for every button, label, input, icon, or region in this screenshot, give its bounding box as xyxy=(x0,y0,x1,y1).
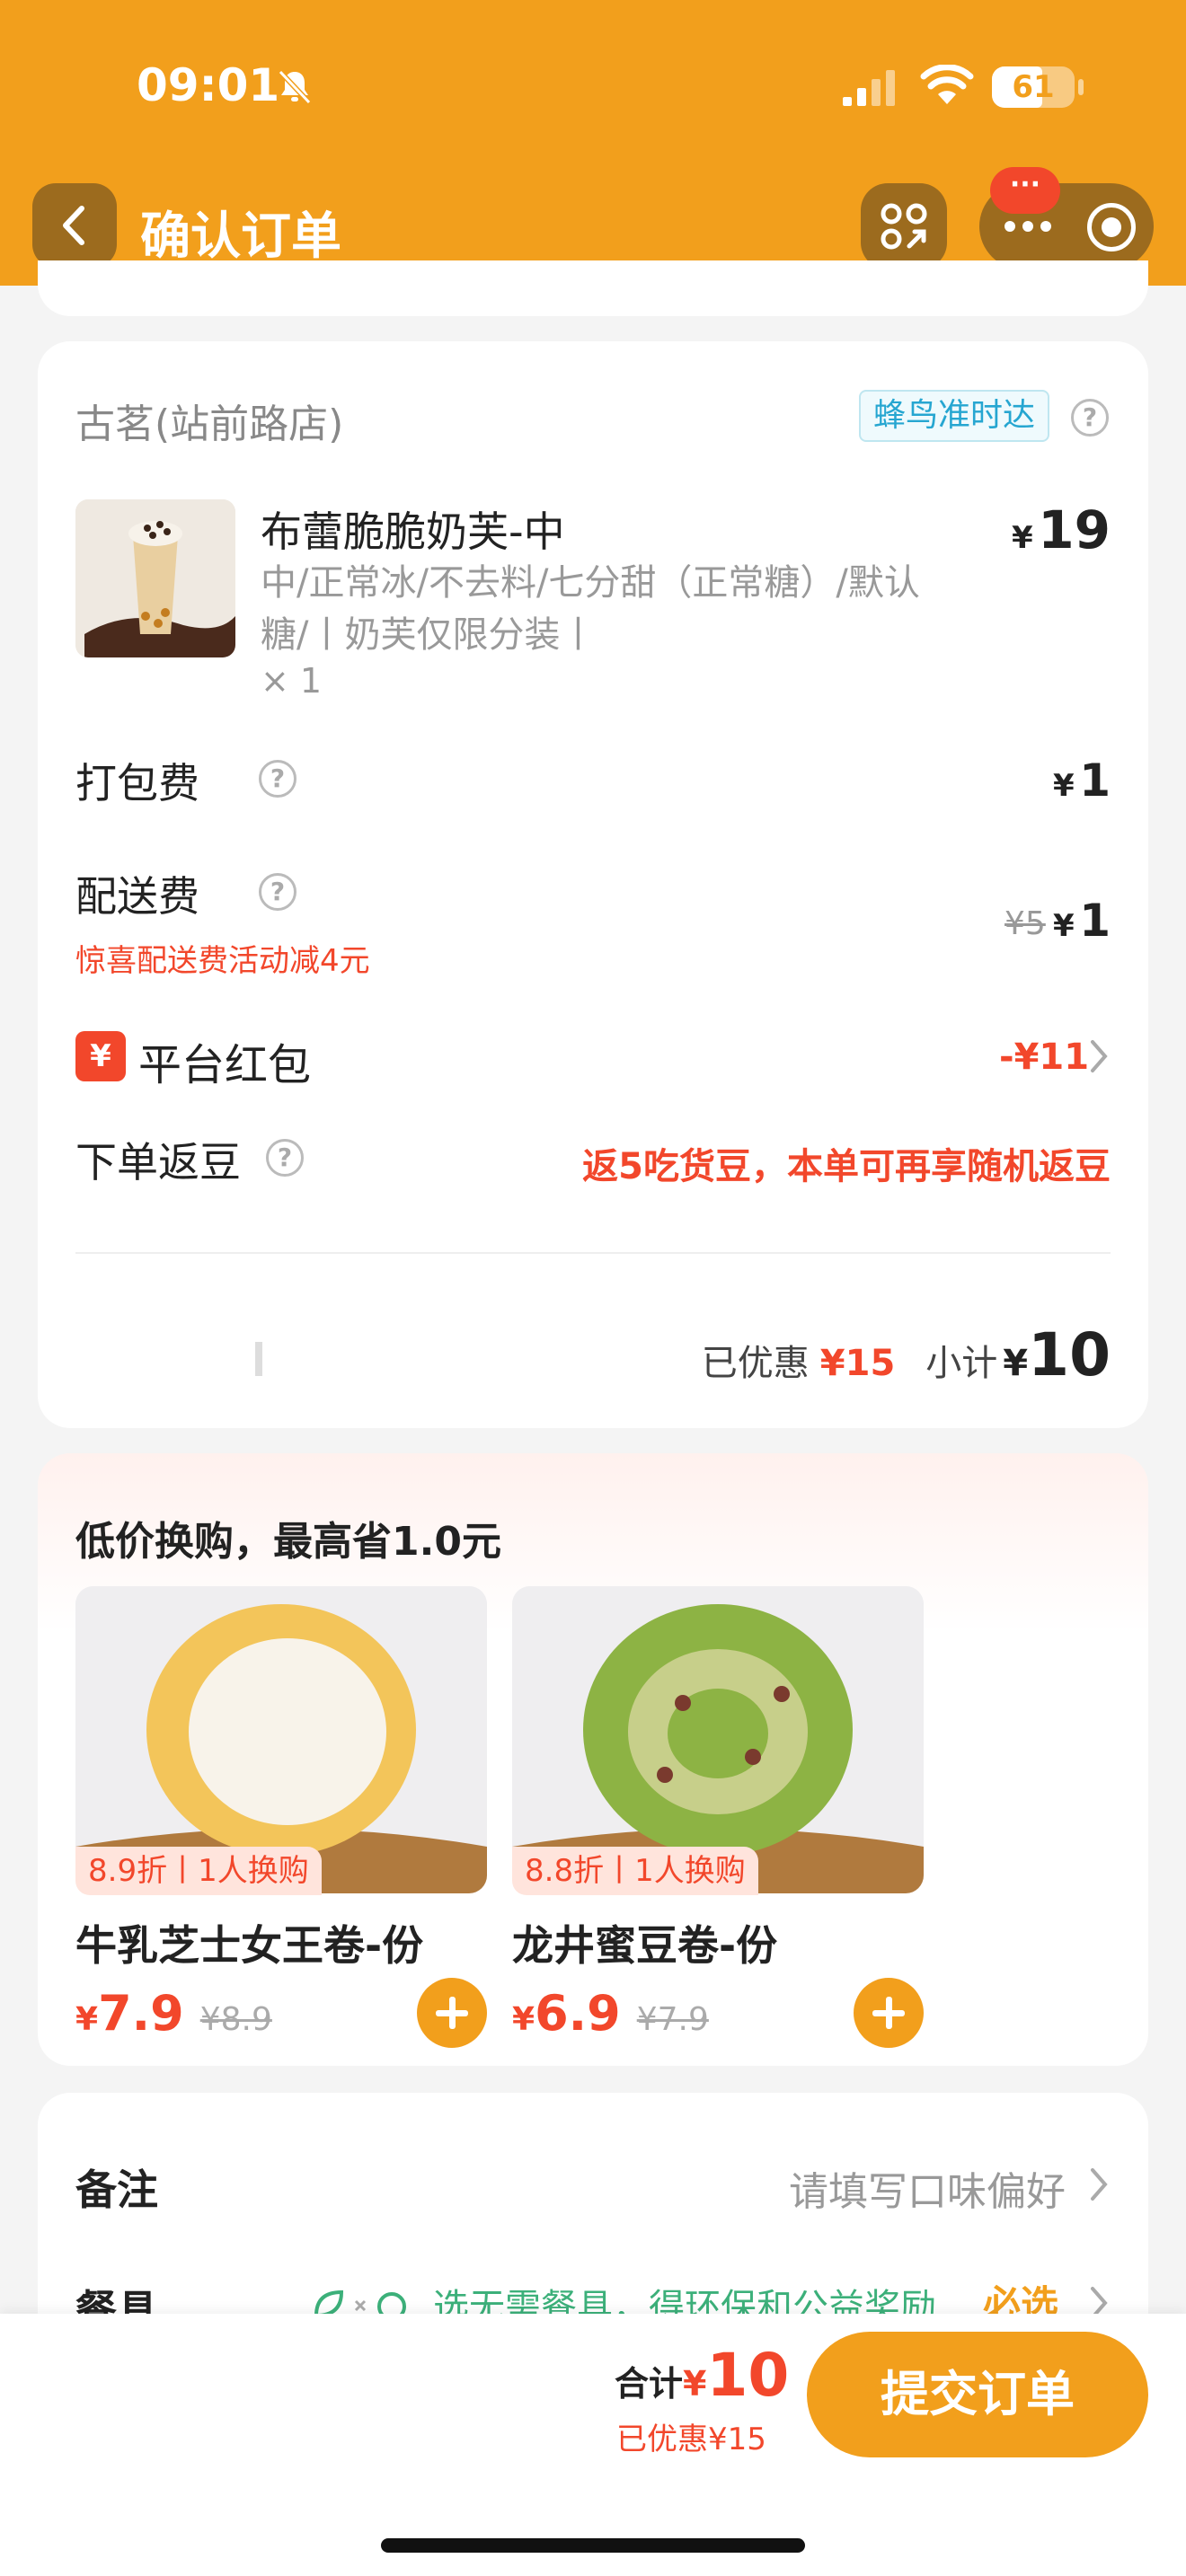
order-card: 古茗(站前路店) 蜂鸟准时达 ? 布蕾脆脆奶芙-中 中/正常冰/不去料/七分甜（… xyxy=(38,341,1148,1428)
swap-badge: 8.8折丨1人换购 xyxy=(512,1847,758,1895)
more-icon[interactable] xyxy=(1001,212,1055,241)
packing-fee-label: 打包费 xyxy=(75,759,199,807)
product-image xyxy=(75,499,235,657)
swap-item-name: 龙井蜜豆卷-份 xyxy=(512,1921,778,1970)
notification-dots-badge: ··· xyxy=(990,167,1060,214)
packing-fee-help-icon[interactable]: ? xyxy=(259,760,296,798)
swap-card: 低价换购，最高省1.0元 8.9折丨1人换购 牛乳芝士女王卷-份 ¥ 7.9 ¥… xyxy=(38,1453,1148,2066)
notes-label: 备注 xyxy=(75,2166,158,2214)
divider xyxy=(75,1252,1111,1254)
swap-item-name: 牛乳芝士女王卷-份 xyxy=(75,1921,424,1970)
swap-title: 低价换购，最高省1.0元 xyxy=(75,1519,501,1565)
order-summary: 已优惠 ¥15 小计 ¥ 10 xyxy=(701,1320,1111,1389)
page-title: 确认订单 xyxy=(140,207,341,266)
submit-order-button[interactable]: 提交订单 xyxy=(807,2332,1148,2457)
battery-indicator: 61 xyxy=(992,66,1075,108)
scroll-hint xyxy=(255,1342,262,1376)
swap-item[interactable]: 8.9折丨1人换购 牛乳芝士女王卷-份 ¥ 7.9 ¥8.9 xyxy=(75,1586,487,2053)
total-amount: 合计 ¥ 10 xyxy=(615,2341,790,2410)
add-button[interactable] xyxy=(417,1978,487,2048)
bell-muted-icon xyxy=(278,69,312,105)
notes-input[interactable]: 请填写口味偏好 xyxy=(789,2159,1066,2217)
red-packet-value[interactable]: -¥11 xyxy=(999,1037,1089,1078)
delivery-fee-old-price: ¥5 xyxy=(1005,905,1046,942)
red-packet-label[interactable]: 平台红包 xyxy=(138,1029,311,1092)
chevron-right-icon[interactable] xyxy=(1089,2166,1111,2202)
previous-card xyxy=(38,260,1148,316)
delivery-fee-label: 配送费 xyxy=(75,872,199,921)
beans-label: 下单返豆 xyxy=(75,1138,241,1187)
red-packet-icon: ¥ xyxy=(75,1031,126,1081)
battery-cap xyxy=(1078,79,1084,95)
shop-name[interactable]: 古茗(站前路店) xyxy=(75,392,343,449)
delivery-tag: 蜂鸟准时达 xyxy=(859,390,1050,442)
product-qty: × 1 xyxy=(261,661,323,701)
chevron-right-icon[interactable] xyxy=(1089,1038,1111,1074)
signal-icon xyxy=(843,70,895,106)
wifi-icon xyxy=(920,65,974,104)
status-time: 09:01 xyxy=(137,59,280,111)
scan-icon xyxy=(881,203,927,250)
delivery-fee-help-icon[interactable]: ? xyxy=(259,873,296,911)
beans-help-icon[interactable]: ? xyxy=(266,1139,304,1177)
add-button[interactable] xyxy=(854,1978,924,2048)
packing-fee-value: ¥ 1 xyxy=(1052,754,1111,807)
swap-item[interactable]: 8.8折丨1人换购 龙井蜜豆卷-份 ¥ 6.9 ¥7.9 xyxy=(512,1586,924,2053)
back-button[interactable] xyxy=(32,183,117,268)
close-mini-program-icon[interactable] xyxy=(1087,203,1136,251)
home-indicator xyxy=(381,2538,805,2553)
total-discount: 已优惠¥15 xyxy=(616,2422,766,2457)
delivery-fee-value: ¥ 1 xyxy=(1052,895,1111,947)
product-spec: 中/正常冰/不去料/七分甜（正常糖）/默认糖/丨奶芙仅限分装丨 xyxy=(261,562,920,656)
swap-item-price: ¥ 7.9 ¥8.9 xyxy=(75,1985,272,2042)
chevron-left-icon xyxy=(63,206,84,245)
swap-item-price: ¥ 6.9 ¥7.9 xyxy=(512,1985,709,2042)
delivery-help-icon[interactable]: ? xyxy=(1071,399,1109,437)
beans-value: 返5吃货豆，本单可再享随机返豆 xyxy=(582,1146,1111,1187)
delivery-fee-promo: 惊喜配送费活动减4元 xyxy=(75,943,370,979)
scan-button[interactable] xyxy=(861,183,947,269)
swap-badge: 8.9折丨1人换购 xyxy=(75,1847,322,1895)
product-price: ¥ 19 xyxy=(1012,499,1111,560)
checkout-bar: 合计 ¥ 10 已优惠¥15 提交订单 xyxy=(0,2314,1186,2576)
product-name: 布蕾脆脆奶芙-中 xyxy=(261,507,565,556)
